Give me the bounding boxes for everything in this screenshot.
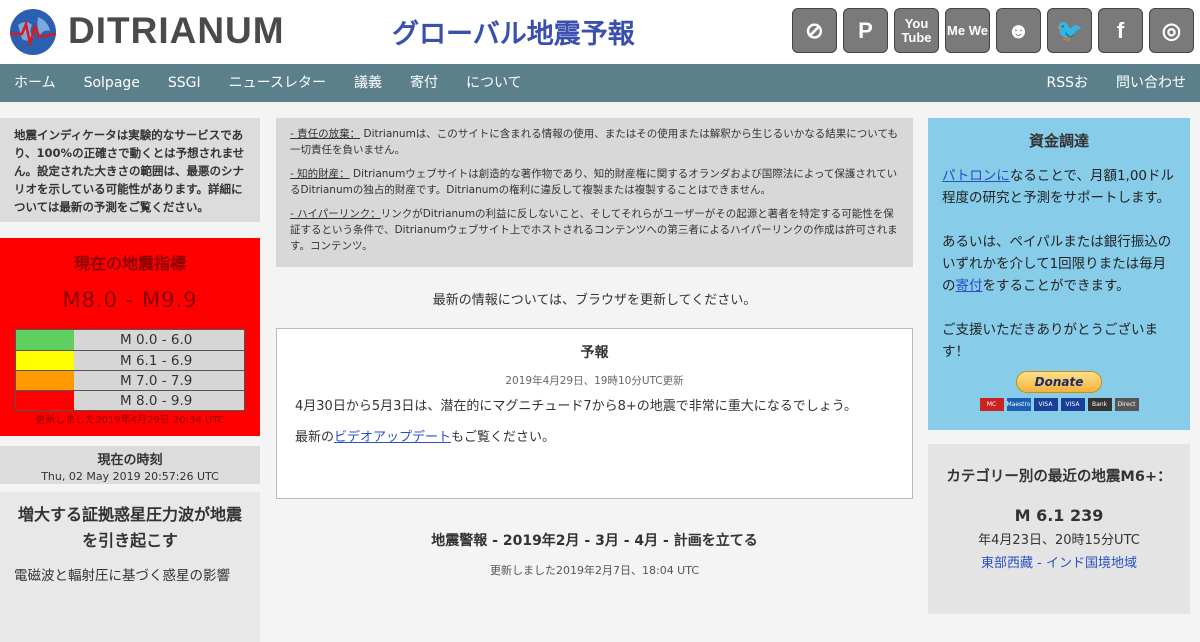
maven-icon[interactable]: ⊘ (792, 8, 837, 53)
payment-card-icon: MC (979, 398, 1004, 411)
indicator-level-swatch (16, 371, 74, 390)
globe-logo-icon[interactable] (8, 7, 58, 57)
youtube-icon[interactable]: You Tube (894, 8, 939, 53)
current-time-value: Thu, 02 May 2019 20:57:26 UTC (41, 470, 219, 483)
right-column: 資金調達 パトロンになることで、月額1,00ドル程度の研究と予測をサポートします… (928, 118, 1190, 614)
indicator-level-swatch (16, 391, 74, 410)
funding-donate-text: あるいは、ペイパルまたは銀行振込のいずれかを介して1回限りまたは毎月の寄付をする… (942, 231, 1176, 297)
main-nav: ホーム Solpage SSGI ニュースレター 議義 寄付 について RSSお 問い合わせ (0, 64, 1200, 102)
funding-thanks: ご支援いただきありがとうございます！ (942, 322, 1158, 360)
forecast-updated: 2019年4月29日、19時10分UTC更新 (505, 375, 684, 387)
social-links: ⊘ P You Tube Me We ☻ 🐦 f ◎ (792, 8, 1194, 53)
recent-quake-date: 年4月23日、20時15分UTC (978, 533, 1140, 548)
video-suffix: もご覧ください。 (451, 430, 556, 445)
instagram-icon[interactable]: ◎ (1149, 8, 1194, 53)
nav-item-right-0[interactable]: RSSお (1032, 64, 1102, 102)
payment-card-icon: Bank (1087, 398, 1112, 411)
indicator-level-row: M 6.1 - 6.9 (16, 350, 244, 370)
site-subtitle: グローバル地震予報 (392, 19, 635, 50)
indicator-level-row: M 7.0 - 7.9 (16, 370, 244, 390)
forecast-title: 予報 (580, 345, 609, 361)
funding-title: 資金調達 (1028, 132, 1089, 150)
funding-panel: 資金調達 パトロンになることで、月額1,00ドル程度の研究と予測をサポートします… (928, 118, 1190, 430)
video-update-link[interactable]: ビデオアップデート (334, 430, 451, 445)
indicator-level-label: M 0.0 - 6.0 (120, 332, 193, 348)
indicator-range: M8.0 - M9.9 (62, 288, 198, 312)
indicator-scale: M 0.0 - 6.0 M 6.1 - 6.9 M 7.0 - 7.9 M 8.0 -… (15, 329, 245, 411)
indicator-disclaimer: 地震インディケータは実験的なサービスであり、100%の正確さで動くとは予想されま… (0, 118, 260, 222)
nav-item-1[interactable]: Solpage (70, 64, 154, 102)
patreon-icon[interactable]: P (843, 8, 888, 53)
disclaimer-label: - 責任の放棄： (290, 128, 361, 140)
forecast-box: 予報 2019年4月29日、19時10分UTC更新 4月30日から5月3日は、潜… (276, 328, 913, 499)
indicator-level-swatch (16, 330, 74, 350)
funding-body: パトロンになることで、月額1,00ドル程度の研究と予測をサポートします。 あるい… (942, 165, 1176, 363)
payment-card-icon: VISA (1033, 398, 1058, 411)
donate-suffix: をすることができます。 (982, 278, 1130, 294)
current-time-panel: 現在の時刻 Thu, 02 May 2019 20:57:26 UTC (0, 446, 260, 484)
left-column: 地震インディケータは実験的なサービスであり、100%の正確さで動くとは予想されま… (0, 118, 260, 642)
forecast-video-line: 最新のビデオアップデートもご覧ください。 (295, 426, 894, 445)
refresh-note: 最新の情報については、ブラウザを更新してください。 (432, 293, 757, 308)
indicator-level-label: M 6.1 - 6.9 (120, 353, 193, 369)
reddit-icon[interactable]: ☻ (996, 8, 1041, 53)
nav-item-5[interactable]: 寄付 (396, 64, 452, 102)
indicator-updated: 更新しました2019年4月29日 20:34 UTC (35, 415, 225, 426)
disclaimer-paragraph: - 責任の放棄： Ditrianumは、このサイトに含まれる情報の使用、またはそ… (290, 126, 899, 158)
payment-card-icon: Maestro (1006, 398, 1031, 411)
left-article-body: 電磁波と輻射圧に基づく惑星の影響 (14, 568, 230, 584)
donate-link[interactable]: 寄付 (956, 278, 983, 294)
disclaimer-label: - 知的財産： (290, 168, 350, 180)
nav-item-2[interactable]: SSGI (154, 64, 215, 102)
disclaimer-paragraph: - ハイパーリンク：リンクがDitrianumの利益に反しないこと、そしてそれら… (290, 206, 899, 254)
recent-quake-magnitude: M 6.1 239 (1014, 506, 1104, 525)
disclaimer-label: - ハイパーリンク： (290, 208, 381, 220)
left-article: 増大する証拠惑星圧力波が地震を引き起こす 電磁波と輻射圧に基づく惑星の影響 (0, 492, 260, 642)
current-time-label: 現在の時刻 (97, 453, 163, 468)
indicator-level-label: M 7.0 - 7.9 (120, 373, 193, 389)
legal-disclaimer: - 責任の放棄： Ditrianumは、このサイトに含まれる情報の使用、またはそ… (276, 118, 913, 267)
article-title[interactable]: 地震警報 - 2019年2月 - 3月 - 4月 - 計画を立てる (276, 530, 913, 550)
recent-quakes-panel: カテゴリー別の最近の地震M6+： M 6.1 239 年4月23日、20時15分… (928, 444, 1190, 614)
center-column: - 責任の放棄： Ditrianumは、このサイトに含まれる情報の使用、またはそ… (276, 118, 913, 578)
nav-item-0[interactable]: ホーム (0, 64, 70, 102)
mewe-icon[interactable]: Me We (945, 8, 990, 53)
logo-wordmark[interactable]: DITRIANUM (68, 10, 285, 52)
earthquake-indicator: 現在の地震指標 M8.0 - M9.9 M 0.0 - 6.0 M 6.1 - 6… (0, 238, 260, 436)
nav-item-3[interactable]: ニュースレター (215, 64, 340, 102)
facebook-icon[interactable]: f (1098, 8, 1143, 53)
disclaimer-text: リンクがDitrianumの利益に反しないこと、そしてそれらがユーザーがその起源… (290, 208, 898, 252)
recent-quakes-title: カテゴリー別の最近の地震M6+： (946, 469, 1172, 485)
payment-cards: MC Maestro VISA VISA Bank Direct (942, 398, 1176, 411)
article-updated: 更新しました2019年2月7日、18:04 UTC (490, 564, 699, 577)
indicator-level-row: M 0.0 - 6.0 (16, 330, 244, 350)
disclaimer-text: Ditrianumは、このサイトに含まれる情報の使用、またはその使用または解釈か… (290, 128, 898, 156)
disclaimer-paragraph: - 知的財産： Ditrianumウェブサイトは創造的な著作物であり、知的財産権… (290, 166, 899, 198)
twitter-icon[interactable]: 🐦 (1047, 8, 1092, 53)
video-prefix: 最新の (295, 430, 335, 445)
indicator-level-swatch (16, 351, 74, 370)
forecast-body: 4月30日から5月3日は、潜在的にマグニチュード7から8+の地震で非常に重大にな… (295, 399, 858, 414)
indicator-level-label: M 8.0 - 9.9 (120, 393, 193, 409)
left-article-title[interactable]: 増大する証拠惑星圧力波が地震を引き起こす (14, 502, 246, 554)
patreon-link[interactable]: パトロンに (942, 168, 1010, 184)
funding-patreon-text: パトロンになることで、月額1,00ドル程度の研究と予測をサポートします。 (942, 165, 1176, 209)
disclaimer-text: Ditrianumウェブサイトは創造的な著作物であり、知的財産権に関するオランダ… (290, 168, 898, 196)
indicator-level-row: M 8.0 - 9.9 (16, 390, 244, 410)
indicator-title: 現在の地震指標 (73, 254, 186, 273)
site-header: DITRIANUM グローバル地震予報 ⊘ P You Tube Me We ☻ 🐦 f ◎ (0, 0, 1200, 64)
payment-card-icon: VISA (1060, 398, 1085, 411)
recent-quake-region[interactable]: 東部西藏 - インド国境地域 (940, 552, 1178, 571)
paypal-donate-button[interactable]: Donate (1016, 371, 1102, 393)
nav-item-6[interactable]: について (452, 64, 536, 102)
nav-item-4[interactable]: 議義 (340, 64, 396, 102)
payment-card-icon: Direct (1114, 398, 1139, 411)
nav-item-right-1[interactable]: 問い合わせ (1102, 64, 1200, 102)
